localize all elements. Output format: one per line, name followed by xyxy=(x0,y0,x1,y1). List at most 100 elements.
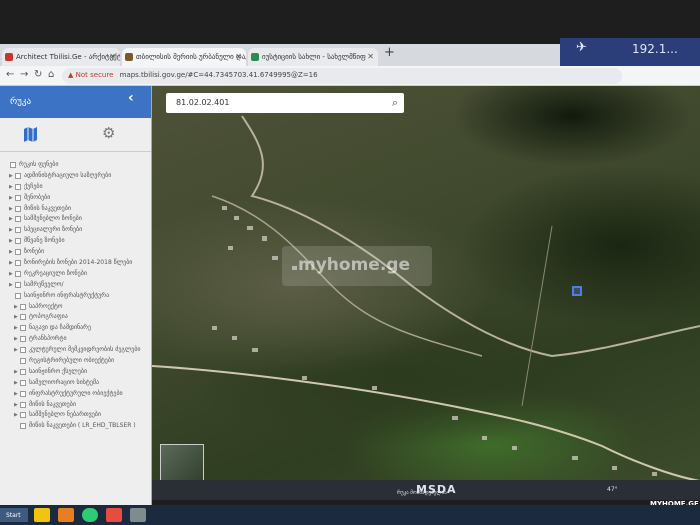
folder-icon[interactable] xyxy=(34,508,50,522)
layer-item[interactable]: ▶ მიწის ნაკვეთები xyxy=(0,204,151,215)
layer-item[interactable]: ▶ სამრეწველო/ xyxy=(0,280,151,291)
layer-checkbox[interactable] xyxy=(15,281,21,288)
browser-tab-2[interactable]: თბილისის მერიის ურბანული დაგ ✕ xyxy=(122,48,246,66)
expand-arrow-icon[interactable]: ▶ xyxy=(9,227,13,233)
layer-item[interactable]: ▶ საინჟინრო ქსელები xyxy=(0,367,151,378)
layer-item[interactable]: ▶ შენობები xyxy=(0,193,151,204)
layer-checkbox[interactable] xyxy=(15,260,21,267)
close-tab-icon[interactable]: ✕ xyxy=(109,52,116,61)
home-icon[interactable]: ⌂ xyxy=(48,69,54,80)
reload-icon[interactable]: ↻ xyxy=(34,69,42,80)
layer-item[interactable]: ▶ საპროექტო xyxy=(0,302,151,313)
layer-checkbox[interactable] xyxy=(20,303,26,310)
layer-item[interactable]: ▶ სამშენებლო ზონები xyxy=(0,214,151,225)
close-tab-icon[interactable]: ✕ xyxy=(367,52,374,61)
expand-arrow-icon[interactable]: ▶ xyxy=(9,206,13,212)
expand-arrow-icon[interactable]: ▶ xyxy=(14,347,18,353)
expand-arrow-icon[interactable]: ▶ xyxy=(14,380,18,386)
map-icon[interactable] xyxy=(24,127,37,142)
layer-item[interactable]: ▶ ნაგავი და ჩამდინარე xyxy=(0,323,151,334)
search-input[interactable]: 81.02.02.401 ⌕ xyxy=(166,93,404,113)
browser-tab-1[interactable]: Architect Tbilisi.Ge - არქიტექტ ✕ xyxy=(2,48,120,66)
layer-item[interactable]: ▶ ზონები xyxy=(0,247,151,258)
layer-checkbox[interactable] xyxy=(15,183,21,190)
layer-checkbox[interactable] xyxy=(20,336,26,343)
expand-arrow-icon[interactable]: ▶ xyxy=(14,402,18,408)
layer-item[interactable]: ▶ სამშენებლო ნებართვები xyxy=(0,410,151,421)
app-icon[interactable] xyxy=(106,508,122,522)
layer-checkbox[interactable] xyxy=(10,162,16,168)
layer-item[interactable]: ▶ რეკრეაციული ზონები xyxy=(0,269,151,280)
layer-item[interactable]: ▶ ინფრასტრუქტურული ობიექტები xyxy=(0,389,151,400)
expand-arrow-icon[interactable]: ▶ xyxy=(14,391,18,397)
map-canvas[interactable]: 81.02.02.401 ⌕ myhome.ge Mapa Tbilisi xyxy=(152,86,700,497)
layer-checkbox[interactable] xyxy=(15,205,21,212)
layer-checkbox[interactable] xyxy=(20,347,26,354)
layer-checkbox[interactable] xyxy=(20,358,26,365)
expand-arrow-icon[interactable]: ▶ xyxy=(9,282,13,288)
url-input[interactable]: ▲ Not secure maps.tbilisi.gov.ge/#C=44.7… xyxy=(62,68,622,84)
layer-checkbox[interactable] xyxy=(15,227,21,234)
layer-checkbox[interactable] xyxy=(20,325,26,332)
expand-arrow-icon[interactable]: ▶ xyxy=(9,216,13,222)
expand-arrow-icon[interactable]: ▶ xyxy=(9,238,13,244)
layer-checkbox[interactable] xyxy=(15,249,21,256)
tool-icon[interactable] xyxy=(130,508,146,522)
close-tab-icon[interactable]: ✕ xyxy=(235,52,242,61)
layer-item[interactable]: ▶ სპეციალური ზონები xyxy=(0,225,151,236)
layer-checkbox[interactable] xyxy=(20,412,26,419)
pin-icon[interactable]: ✈ xyxy=(576,40,587,55)
forward-icon[interactable]: → xyxy=(20,69,28,80)
layer-item[interactable]: რეგისტრირებული ობიექტები xyxy=(0,356,151,367)
media-icon[interactable] xyxy=(58,508,74,522)
layer-item[interactable]: ▶ ტოპოგრაფია xyxy=(0,312,151,323)
search-icon[interactable]: ⌕ xyxy=(392,96,398,110)
layer-item[interactable]: ▶ კულტურული მემკვიდრეობის ძეგლები xyxy=(0,345,151,356)
layer-checkbox[interactable] xyxy=(20,368,26,375)
back-icon[interactable]: ← xyxy=(6,69,14,80)
expand-arrow-icon[interactable]: ▶ xyxy=(14,369,18,375)
layer-item[interactable]: რუკის ფენები xyxy=(0,160,151,171)
layer-checkbox[interactable] xyxy=(15,194,21,201)
expand-arrow-icon[interactable]: ▶ xyxy=(14,412,18,418)
layer-item[interactable]: მიწის ნაკვეთები ( LR_EHD_TBLSER ) xyxy=(0,421,151,432)
expand-arrow-icon[interactable]: ▶ xyxy=(9,184,13,190)
layer-item[interactable]: ▶ ადმინისტრაციული საზღვრები xyxy=(0,171,151,182)
layer-item[interactable]: ▶ სამელიორაციო სისტემა xyxy=(0,378,151,389)
gear-icon[interactable]: ⚙ xyxy=(102,124,115,142)
layer-item[interactable]: ▶ ტრანსპორტი xyxy=(0,334,151,345)
layer-checkbox[interactable] xyxy=(15,292,21,299)
new-tab-button[interactable]: + xyxy=(384,45,395,60)
expand-arrow-icon[interactable]: ▶ xyxy=(9,260,13,266)
layer-item[interactable]: ▶ ქუჩები xyxy=(0,182,151,193)
layer-checkbox[interactable] xyxy=(20,314,26,321)
favicon-icon xyxy=(251,53,259,61)
expand-arrow-icon[interactable]: ▶ xyxy=(14,325,18,331)
layer-checkbox[interactable] xyxy=(15,238,21,245)
layer-checkbox[interactable] xyxy=(15,270,21,277)
collapse-chevron-icon[interactable]: ‹ xyxy=(128,90,134,106)
parcel-marker[interactable] xyxy=(572,286,582,296)
start-button[interactable]: Start xyxy=(0,508,28,522)
expand-arrow-icon[interactable]: ▶ xyxy=(14,336,18,342)
layer-checkbox[interactable] xyxy=(15,172,21,179)
favicon-icon xyxy=(125,53,133,61)
expand-arrow-icon[interactable]: ▶ xyxy=(9,173,13,179)
layer-item[interactable]: საინჟინრო ინფრასტრუქტურა xyxy=(0,291,151,302)
layer-checkbox[interactable] xyxy=(15,216,21,223)
expand-arrow-icon[interactable]: ▶ xyxy=(14,304,18,310)
layer-checkbox[interactable] xyxy=(20,390,26,397)
map-roads xyxy=(152,115,700,482)
layer-item[interactable]: ▶ მწვანე ზონები xyxy=(0,236,151,247)
chrome-icon[interactable] xyxy=(82,508,98,522)
expand-arrow-icon[interactable]: ▶ xyxy=(14,314,18,320)
expand-arrow-icon[interactable]: ▶ xyxy=(9,271,13,277)
browser-tab-3[interactable]: იუსტიციის სახლი - სახელმწიფ ✕ xyxy=(248,48,378,66)
expand-arrow-icon[interactable]: ▶ xyxy=(9,195,13,201)
layer-item[interactable]: ▶ ზონირების ზონები 2014-2018 წლები xyxy=(0,258,151,269)
layer-item[interactable]: ▶ მიწის ნაკვეთები xyxy=(0,400,151,411)
layer-checkbox[interactable] xyxy=(20,423,26,430)
layer-checkbox[interactable] xyxy=(20,379,26,386)
layer-checkbox[interactable] xyxy=(20,401,26,408)
expand-arrow-icon[interactable]: ▶ xyxy=(9,249,13,255)
